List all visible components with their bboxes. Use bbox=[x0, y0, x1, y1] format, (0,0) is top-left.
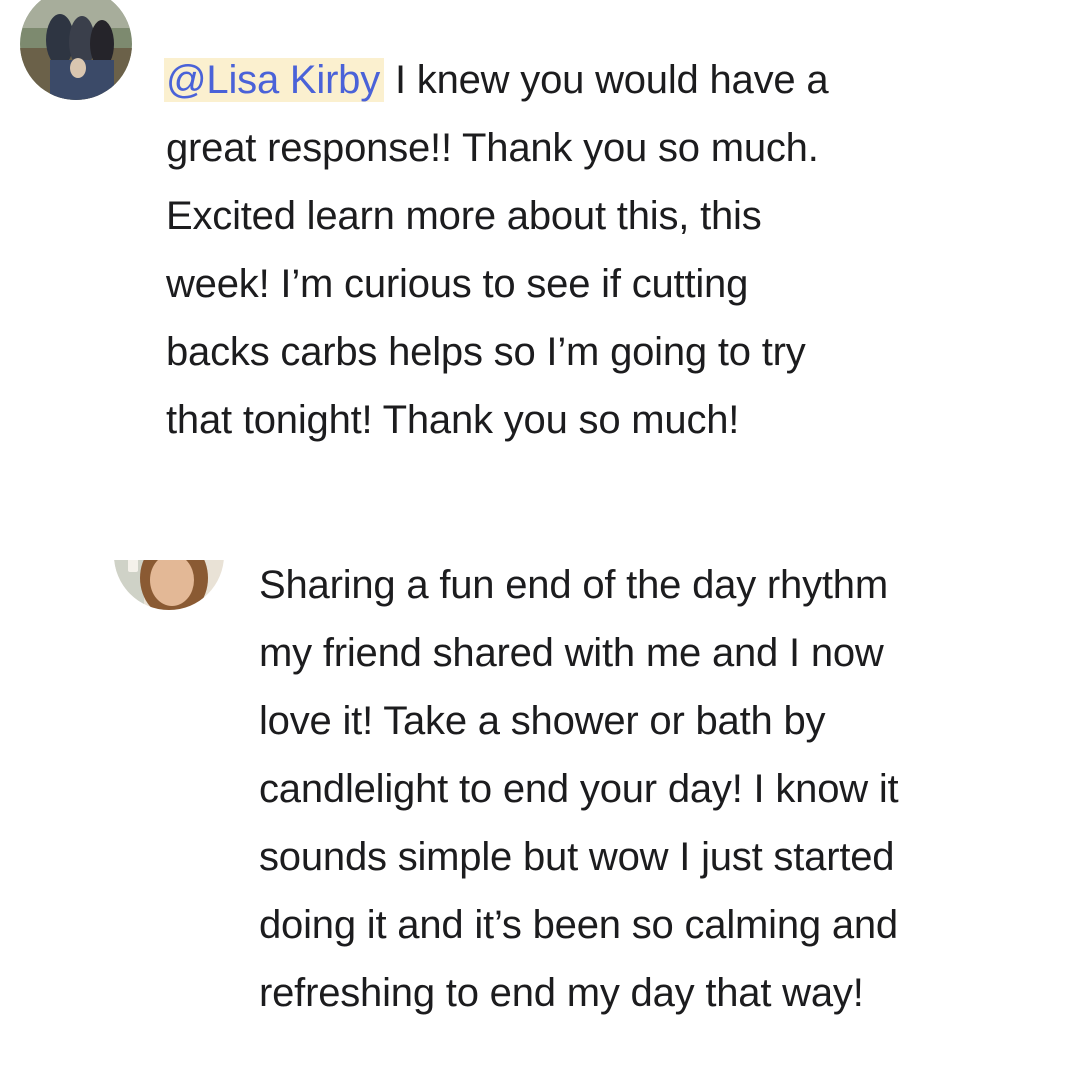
comment-line: candlelight to end your day! I know it bbox=[259, 767, 899, 811]
comment-line: Excited learn more about this, this bbox=[166, 194, 762, 238]
comment-line: backs carbs helps so I’m going to try bbox=[166, 330, 806, 374]
comment-line: my friend shared with me and I now bbox=[259, 631, 884, 675]
comment-line: week! I’m curious to see if cutting bbox=[166, 262, 749, 306]
scroll-crop-mask bbox=[100, 490, 240, 560]
comment-body: Sharing a fun end of the day rhythm my f… bbox=[259, 551, 899, 1027]
comment-line: that tonight! Thank you so much! bbox=[166, 398, 740, 442]
comment-line: refreshing to end my day that way! bbox=[259, 971, 864, 1015]
comment-line: doing it and it’s been so calming and bbox=[259, 903, 898, 947]
comment-line: great response!! Thank you so much. bbox=[166, 126, 819, 170]
user-avatar[interactable] bbox=[20, 0, 132, 100]
comment-line: sounds simple but wow I just started bbox=[259, 835, 895, 879]
comment-line: Sharing a fun end of the day rhythm bbox=[259, 563, 888, 607]
avatar-photo-icon bbox=[20, 0, 132, 100]
comment-line-text: I knew you would have a bbox=[384, 58, 829, 102]
comment-line: @Lisa Kirby I knew you would have a bbox=[164, 46, 829, 114]
comment-line: love it! Take a shower or bath by bbox=[259, 699, 826, 743]
user-mention-link[interactable]: @Lisa Kirby bbox=[164, 58, 385, 102]
comment-body: @Lisa Kirby I knew you would have a grea… bbox=[164, 46, 829, 454]
